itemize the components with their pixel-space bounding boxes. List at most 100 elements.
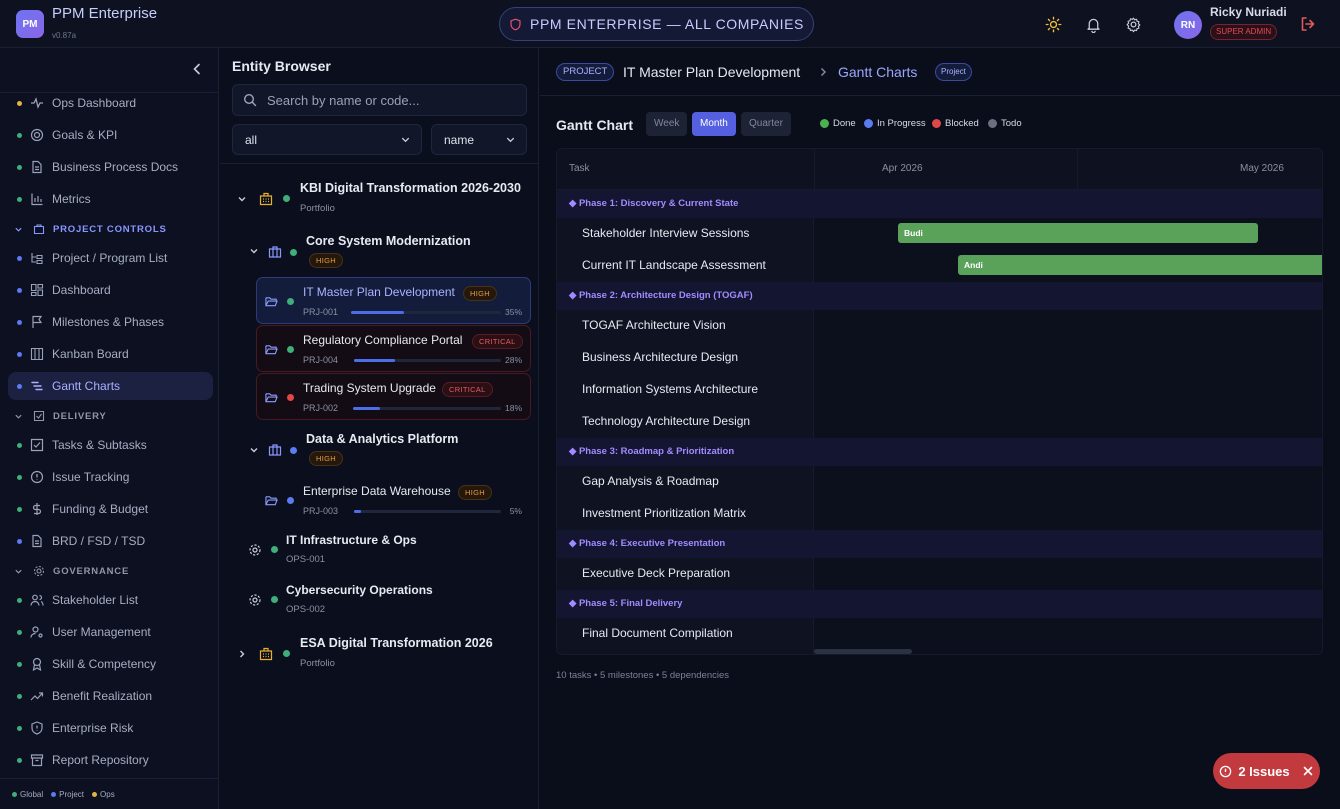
task-bar[interactable]: Andi [958,255,1322,275]
dollar-icon [32,503,42,515]
sidebar-item-user-management[interactable]: User Management [8,618,213,646]
sidebar-item-stakeholder-list[interactable]: Stakeholder List [8,586,213,614]
close-icon[interactable] [1302,765,1314,777]
divider [1077,149,1078,190]
section-project-controls[interactable]: PROJECT CONTROLS [14,221,167,237]
legend-todo: Todo [988,118,1022,129]
sun-icon[interactable] [1043,14,1063,34]
archive-icon [30,754,44,767]
gear-icon [33,565,45,577]
sidebar-item-label: BRD / FSD / TSD [52,534,146,548]
zoom-quarter-button[interactable]: Quarter [741,112,791,136]
ops-code: OPS-002 [286,604,326,615]
project-card-it-master-plan[interactable]: IT Master Plan Development HIGH PRJ-001 … [256,277,531,324]
program-name[interactable]: Core System Modernization [306,234,471,248]
section-governance[interactable]: GOVERNANCE [14,563,129,579]
company-scope-selector[interactable]: PPM ENTERPRISE — ALL COMPANIES [499,7,814,41]
sidebar-item-dashboard[interactable]: Dashboard [8,276,213,304]
portfolio-name[interactable]: ESA Digital Transformation 2026 [300,636,493,650]
progress-percent: 18% [504,403,522,413]
scope-dot [17,506,22,512]
zoom-week-button[interactable]: Week [646,112,688,136]
scope-dot [17,629,22,635]
project-name: Trading System Upgrade [303,381,436,395]
sidebar-item-benefit-realization[interactable]: Benefit Realization [8,682,213,710]
status-dot [283,650,290,657]
task-label[interactable]: Executive Deck Preparation [582,566,730,580]
gear-icon [249,544,261,556]
task-column-header: Task [569,163,590,174]
legend-global: Global [12,790,43,799]
sidebar-item-goals-kpi[interactable]: Goals & KPI [8,121,213,149]
task-label[interactable]: Current IT Landscape Assessment [582,258,766,272]
legend-in-progress: In Progress [864,118,926,129]
chevron-down-icon[interactable] [249,246,259,256]
phase-row[interactable]: ◆ Phase 1: Discovery & Current State [557,190,1322,218]
check-square-icon [30,438,44,452]
portfolio-name[interactable]: KBI Digital Transformation 2026-2030 [300,181,521,195]
phase-row[interactable]: ◆ Phase 3: Roadmap & Prioritization [557,438,1322,466]
task-label[interactable]: Investment Prioritization Matrix [582,506,746,520]
sidebar-item-label: Business Process Docs [52,160,179,174]
gear-icon[interactable] [1123,14,1143,34]
legend-done: Done [820,118,856,129]
task-label[interactable]: Business Architecture Design [582,350,738,364]
phase-row[interactable]: ◆ Phase 2: Architecture Design (TOGAF) [557,282,1322,310]
chevron-down-icon[interactable] [249,445,259,455]
user-name: Ricky Nuriadi [1210,5,1287,19]
task-label[interactable]: Gap Analysis & Roadmap [582,474,719,488]
type-filter-select[interactable]: all [232,124,422,155]
breadcrumb-project[interactable]: IT Master Plan Development [623,64,800,80]
sidebar-item-business-process-docs[interactable]: Business Process Docs [8,153,213,181]
zoom-month-button[interactable]: Month [692,112,736,136]
project-code: PRJ-001 [303,307,339,317]
project-code: PRJ-002 [303,403,339,413]
task-bar[interactable]: Budi [898,223,1258,243]
task-label[interactable]: Information Systems Architecture [582,382,758,396]
search-input[interactable]: Search by name or code... [232,84,527,116]
sidebar-item-project-program-list[interactable]: Project / Program List [8,244,213,272]
sidebar-item-metrics[interactable]: Metrics [8,185,213,213]
section-label: DELIVERY [53,410,107,422]
ops-name[interactable]: Cybersecurity Operations [286,583,433,597]
entity-browser: Entity Browser Search by name or code...… [220,48,539,809]
user-avatar[interactable]: RN [1174,11,1202,39]
horizontal-scrollbar[interactable] [814,649,912,654]
phase-row[interactable]: ◆ Phase 4: Executive Presentation [557,530,1322,558]
bell-icon[interactable] [1083,14,1103,34]
task-label[interactable]: Technology Architecture Design [582,414,750,428]
sidebar: Ops Dashboard Goals & KPI Business Proce… [0,48,219,809]
sidebar-item-milestones-phases[interactable]: Milestones & Phases [8,308,213,336]
sidebar-item-label: Project / Program List [52,251,168,265]
sidebar-item-brd-fsd-tsd[interactable]: BRD / FSD / TSD [8,527,213,555]
ops-name[interactable]: IT Infrastructure & Ops [286,533,417,547]
task-label[interactable]: Final Document Compilation [582,626,733,640]
task-label[interactable]: TOGAF Architecture Vision [582,318,726,332]
sort-select[interactable]: name [431,124,527,155]
logout-icon[interactable] [1299,15,1317,33]
divider [220,163,539,164]
check-square-icon [33,410,45,422]
section-delivery[interactable]: DELIVERY [14,408,107,424]
chevron-down-icon[interactable] [237,194,247,204]
sidebar-item-enterprise-risk[interactable]: Enterprise Risk [8,714,213,742]
project-card-enterprise-data-warehouse[interactable]: Enterprise Data Warehouse HIGH PRJ-003 5… [256,476,531,523]
phase-row[interactable]: ◆ Phase 5: Final Delivery [557,590,1322,618]
project-card-trading-system[interactable]: Trading System Upgrade CRITICAL PRJ-002 … [256,373,531,420]
project-card-regulatory-compliance[interactable]: Regulatory Compliance Portal CRITICAL PR… [256,325,531,372]
sidebar-item-skill-competency[interactable]: Skill & Competency [8,650,213,678]
sidebar-item-tasks-subtasks[interactable]: Tasks & Subtasks [8,431,213,459]
issues-toast-button[interactable]: 2 Issues [1213,753,1320,789]
sidebar-item-issue-tracking[interactable]: Issue Tracking [8,463,213,491]
collapse-sidebar-icon[interactable] [190,62,204,76]
task-label[interactable]: Stakeholder Interview Sessions [582,226,749,240]
program-name[interactable]: Data & Analytics Platform [306,432,458,446]
scope-dot [17,319,22,325]
sidebar-item-gantt-charts[interactable]: Gantt Charts [8,372,213,400]
sidebar-item-ops-dashboard[interactable]: Ops Dashboard [8,89,213,117]
sidebar-item-report-repository[interactable]: Report Repository [8,746,213,774]
chevron-right-icon[interactable] [237,649,247,659]
sidebar-item-funding-budget[interactable]: Funding & Budget [8,495,213,523]
sidebar-item-kanban-board[interactable]: Kanban Board [8,340,213,368]
app-logo[interactable]: PM [16,10,44,38]
